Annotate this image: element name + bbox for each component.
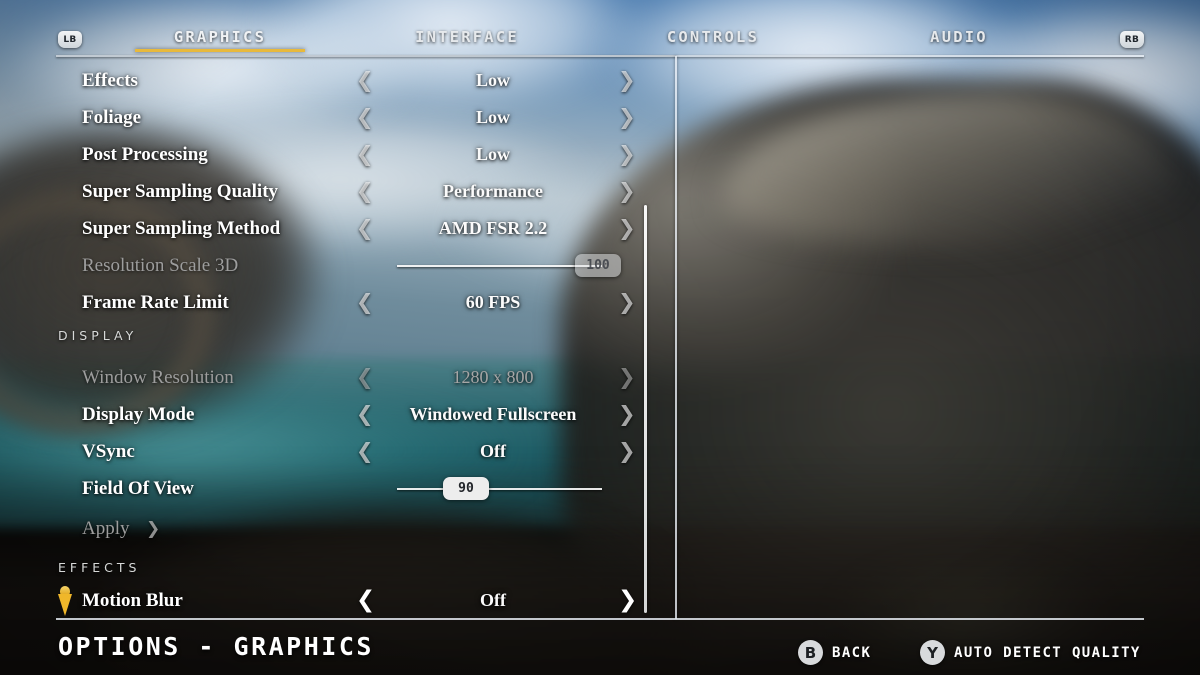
section-header-effects: EFFECTS xyxy=(58,560,141,575)
tab-label: AUDIO xyxy=(930,28,988,46)
setting-label: Motion Blur xyxy=(82,589,183,611)
chevron-right-icon[interactable]: ❯ xyxy=(618,107,636,128)
section-header-display: DISPLAY xyxy=(58,328,138,343)
chevron-left-icon[interactable]: ❮ xyxy=(356,218,374,239)
left-bumper-icon[interactable]: LB xyxy=(58,31,82,48)
setting-label: VSync xyxy=(82,440,135,462)
chevron-left-icon: ❮ xyxy=(356,365,374,389)
chevron-right-icon: ❯ xyxy=(618,365,636,389)
setting-row-field-of-view[interactable]: Field Of View 90 xyxy=(0,470,676,507)
setting-label: Post Processing xyxy=(82,143,208,165)
button-badge-b-icon: B xyxy=(798,640,823,665)
prompt-back[interactable]: B BACK xyxy=(798,640,871,665)
screen-title: OPTIONS - GRAPHICS xyxy=(58,632,374,661)
chevron-right-icon[interactable]: ❯ xyxy=(618,218,636,239)
tab-label: GRAPHICS xyxy=(173,28,267,46)
tab-graphics[interactable]: GRAPHICS xyxy=(90,28,350,52)
setting-label: Frame Rate Limit xyxy=(82,291,229,313)
slider-track xyxy=(397,265,602,267)
setting-value: Windowed Fullscreen xyxy=(409,404,577,424)
chevron-right-icon[interactable]: ❯ xyxy=(618,404,636,425)
setting-value: 1280 x 800 xyxy=(452,367,534,387)
chevron-right-icon[interactable]: ❯ xyxy=(618,144,636,165)
setting-row-foliage[interactable]: Foliage ❮ Low ❯ xyxy=(0,99,676,136)
tab-interface[interactable]: INTERFACE xyxy=(337,28,597,46)
chevron-left-icon[interactable]: ❮ xyxy=(356,404,374,425)
active-tab-underline xyxy=(135,49,305,52)
setting-row-motion-blur[interactable]: Motion Blur ❮ Off ❯ xyxy=(0,582,676,619)
settings-list: Effects ❮ Low ❯ Foliage ❮ Low ❯ Post Processing ❮… xyxy=(0,62,676,618)
slider-handle[interactable]: 90 xyxy=(443,477,489,500)
selection-cursor-icon xyxy=(58,586,72,616)
tab-controls[interactable]: CONTROLS xyxy=(583,28,843,46)
footer-bar: OPTIONS - GRAPHICS B BACK Y AUTO DETECT QUA… xyxy=(0,618,1200,675)
chevron-right-icon[interactable]: ❯ xyxy=(618,589,637,612)
chevron-right-icon[interactable]: ❯ xyxy=(618,70,636,91)
setting-label: Super Sampling Quality xyxy=(82,180,279,202)
tab-bar: LB RB GRAPHICS INTERFACE CONTROLS AUDIO xyxy=(0,28,1200,62)
setting-value: Low xyxy=(475,107,510,127)
tab-divider-line xyxy=(56,55,1144,57)
setting-label: Resolution Scale 3D xyxy=(82,254,239,276)
setting-value: AMD FSR 2.2 xyxy=(438,218,548,238)
setting-label: Super Sampling Method xyxy=(82,217,281,239)
tab-label: CONTROLS xyxy=(666,28,760,46)
prompt-label: BACK xyxy=(832,644,872,661)
chevron-left-icon[interactable]: ❮ xyxy=(356,441,374,462)
setting-row-super-sampling-method[interactable]: Super Sampling Method ❮ AMD FSR 2.2 ❯ xyxy=(0,210,676,247)
setting-label: Foliage xyxy=(82,106,142,128)
tab-audio[interactable]: AUDIO xyxy=(829,28,1089,46)
footer-divider-line xyxy=(56,618,1144,620)
chevron-left-icon[interactable]: ❮ xyxy=(356,589,375,612)
setting-value: Low xyxy=(475,144,510,164)
chevron-left-icon[interactable]: ❮ xyxy=(356,181,374,202)
chevron-left-icon[interactable]: ❮ xyxy=(356,292,374,313)
chevron-right-icon[interactable]: ❯ xyxy=(618,292,636,313)
slider-track[interactable] xyxy=(397,488,602,490)
chevron-right-icon[interactable]: ❯ xyxy=(618,441,636,462)
chevron-left-icon[interactable]: ❮ xyxy=(356,144,374,165)
setting-value: Low xyxy=(475,70,510,90)
button-badge-y-icon: Y xyxy=(920,640,945,665)
chevron-right-icon: ❯ xyxy=(146,518,161,539)
setting-value: Off xyxy=(480,441,506,461)
setting-row-resolution-scale-3d: Resolution Scale 3D 100 xyxy=(0,247,676,284)
setting-value: Performance xyxy=(443,181,543,201)
setting-label: Effects xyxy=(82,69,138,91)
game-options-screen: LB RB GRAPHICS INTERFACE CONTROLS AUDIO Eff… xyxy=(0,0,1200,675)
setting-row-window-resolution: Window Resolution ❮ 1280 x 800 ❯ xyxy=(0,359,676,396)
scrollbar-thumb[interactable] xyxy=(644,205,647,613)
setting-label: Field Of View xyxy=(82,477,194,499)
chevron-left-icon[interactable]: ❮ xyxy=(356,70,374,91)
slider-handle: 100 xyxy=(575,254,621,277)
setting-row-frame-rate-limit[interactable]: Frame Rate Limit ❮ 60 FPS ❯ xyxy=(0,284,676,321)
setting-value: 60 FPS xyxy=(465,292,521,312)
chevron-right-icon[interactable]: ❯ xyxy=(618,181,636,202)
setting-row-display-mode[interactable]: Display Mode ❮ Windowed Fullscreen ❯ xyxy=(0,396,676,433)
setting-row-super-sampling-quality[interactable]: Super Sampling Quality ❮ Performance ❯ xyxy=(0,173,676,210)
setting-row-effects[interactable]: Effects ❮ Low ❯ xyxy=(0,62,676,99)
tab-label: INTERFACE xyxy=(415,28,519,46)
prompt-auto-detect-quality[interactable]: Y AUTO DETECT QUALITY xyxy=(920,640,1141,665)
setting-label: Display Mode xyxy=(82,403,195,425)
setting-label: Window Resolution xyxy=(82,366,234,388)
setting-row-post-processing[interactable]: Post Processing ❮ Low ❯ xyxy=(0,136,676,173)
setting-row-vsync[interactable]: VSync ❮ Off ❯ xyxy=(0,433,676,470)
chevron-left-icon[interactable]: ❮ xyxy=(356,107,374,128)
setting-value: Off xyxy=(480,590,506,610)
setting-label: Apply xyxy=(82,517,130,539)
setting-row-apply: Apply ❯ xyxy=(0,510,676,547)
right-bumper-icon[interactable]: RB xyxy=(1120,31,1144,48)
prompt-label: AUTO DETECT QUALITY xyxy=(954,644,1141,661)
panel-divider xyxy=(675,56,677,619)
